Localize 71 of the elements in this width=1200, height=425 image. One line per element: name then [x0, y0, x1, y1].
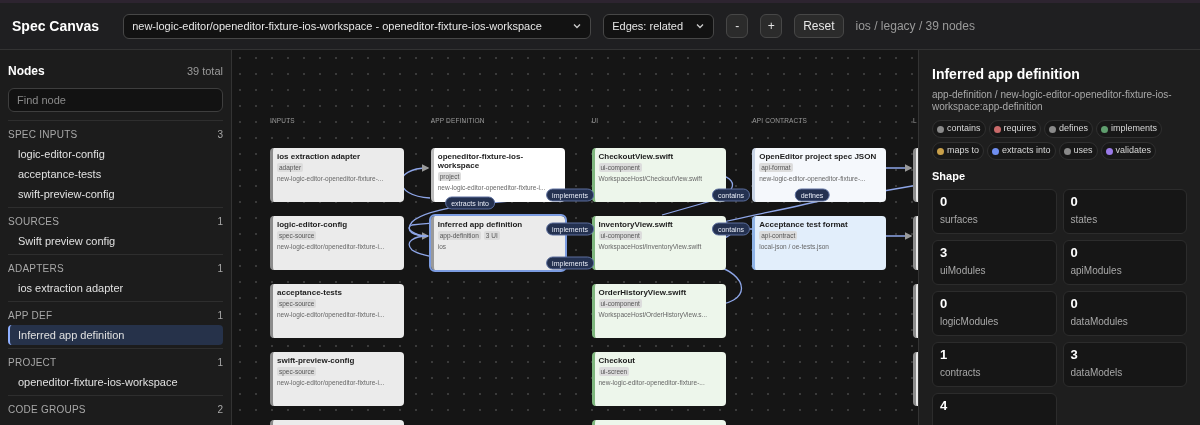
sidebar-item[interactable]: acceptance-tests	[8, 164, 223, 184]
node-title: logic-editor-config	[277, 220, 348, 229]
stat-label: dataModules	[1070, 314, 1129, 329]
graph-summary: ios / legacy / 39 nodes	[855, 18, 975, 35]
group-count: 1	[217, 355, 223, 370]
node-title: Inferred app definition	[437, 220, 523, 229]
group-count: 3	[217, 127, 223, 142]
chevron-icon	[572, 21, 583, 31]
group-header: SPEC INPUTS	[8, 127, 78, 142]
node-title: OrderHistoryView.swift	[598, 288, 687, 297]
node-title: Acceptance test format	[759, 220, 848, 229]
zoom-out-button[interactable]: -	[726, 14, 749, 38]
sidebar-item[interactable]: logic-editor-config	[8, 144, 223, 164]
reset-button[interactable]: Reset	[794, 14, 844, 38]
zoom-in-button[interactable]: +	[760, 14, 783, 38]
sidebar-item[interactable]: Swift preview config	[8, 231, 223, 251]
group-header: PROJECT	[8, 355, 57, 370]
group-header: ADAPTERS	[8, 261, 64, 276]
stat-value: 0	[1070, 295, 1079, 312]
node-title: Checkout	[598, 356, 635, 365]
details-subtitle: app-definition / new-logic-editor-openeditor-fixture-ios-workspace:app-definition	[932, 89, 1173, 113]
stat-label: dataModels	[1070, 365, 1124, 380]
group-count: 2	[217, 402, 223, 417]
stat-value: 1	[940, 346, 949, 363]
edges-select[interactable]: Edges: related	[603, 13, 715, 39]
legend-chip: defines	[1044, 120, 1094, 138]
sidebar-item[interactable]: openeditor-fixture-ios-workspace	[8, 372, 223, 392]
node-title: acceptance-tests	[277, 288, 342, 297]
stat-label: surfaces	[940, 212, 979, 227]
group-header: CODE GROUPS	[8, 402, 86, 417]
stat-value: 0	[940, 193, 949, 210]
legend-chip: uses	[1058, 142, 1098, 160]
sidebar-item[interactable]: ios extraction adapter	[8, 278, 223, 298]
app-title: Spec Canvas	[12, 16, 100, 36]
stat-value: 0	[1070, 244, 1079, 261]
details-title: Inferred app definition	[932, 65, 1081, 84]
legend-chip: contains	[932, 120, 986, 138]
node-title: openeditor-fixture-ios-workspace	[437, 152, 525, 170]
node-title: swift-preview-config	[277, 356, 355, 365]
stat-value: 4	[940, 397, 949, 414]
node-title: OpenEditor project spec JSON	[759, 152, 877, 161]
stat-value: 3	[940, 244, 949, 261]
section-title: Shape	[932, 169, 966, 184]
search-field[interactable]: Find node	[8, 88, 223, 112]
node-count: 39 total	[186, 63, 223, 79]
group-count: 1	[217, 308, 223, 323]
group-count: 1	[217, 214, 223, 229]
node-title: InventoryView.swift	[598, 220, 673, 229]
chevron-icon	[695, 21, 706, 31]
stat-label: logicModules	[940, 314, 1000, 329]
sidebar-title: Nodes	[8, 63, 45, 80]
group-header: APP DEF	[8, 308, 53, 323]
legend-chip: maps to	[932, 142, 984, 160]
sidebar-item[interactable]: swift-preview-config	[8, 184, 223, 204]
stat-value: 0	[940, 295, 949, 312]
stat-label: apiModules	[1070, 263, 1123, 278]
legend-chip: implements	[1096, 120, 1163, 138]
legend-chip: validates	[1100, 142, 1157, 160]
stat-value: 3	[1070, 346, 1079, 363]
stat-label: states	[1070, 212, 1099, 227]
stat-value: 0	[1070, 193, 1079, 210]
sidebar-item[interactable]: Inferred app definition	[8, 325, 223, 345]
workspace-select[interactable]: new-logic-editor/openeditor-fixture-ios-workspace - openeditor-fixture-ios-workspace	[123, 13, 592, 39]
stat-label: uiModules	[940, 263, 987, 278]
node-title: CheckoutView.swift	[598, 152, 674, 161]
legend-chip: extracts into	[987, 142, 1056, 160]
legend-chip: requires	[988, 120, 1042, 138]
group-header: SOURCES	[8, 214, 60, 229]
stat-label: contracts	[940, 365, 982, 380]
group-count: 1	[217, 261, 223, 276]
node-title: ios extraction adapter	[277, 152, 361, 161]
